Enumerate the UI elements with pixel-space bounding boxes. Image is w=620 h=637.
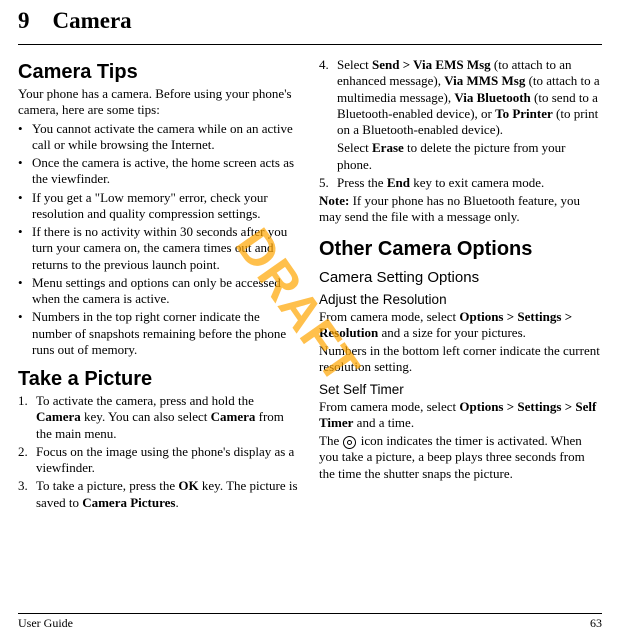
list-item: 1.To activate the camera, press and hold… [18,393,301,442]
take-picture-steps: 1.To activate the camera, press and hold… [18,393,301,511]
section-camera-tips-title: Camera Tips [18,61,301,84]
subsection-camera-setting-options: Camera Setting Options [319,269,602,286]
page: 9 Camera Camera Tips Your phone has a ca… [0,0,620,519]
divider [18,44,602,45]
timer-icon [343,436,356,449]
list-item: 4.Select Send > Via EMS Msg (to attach t… [319,57,602,138]
list-item: If you get a "Low memory" error, check y… [18,190,301,223]
list-item: 5.Press the End key to exit camera mode. [319,175,602,191]
note: Note: If your phone has no Bluetooth fea… [319,193,602,226]
list-item: 3.To take a picture, press the OK key. T… [18,478,301,511]
subsection-set-self-timer: Set Self Timer [319,382,602,397]
step4-sub: Select Erase to delete the picture from … [319,140,602,173]
note-label: Note: [319,193,349,208]
note-text: If your phone has no Bluetooth feature, … [319,193,580,224]
right-column: 4.Select Send > Via EMS Msg (to attach t… [319,57,602,513]
list-item: Once the camera is active, the home scre… [18,155,301,188]
step-number: 3. [18,478,28,494]
step-number: 2. [18,444,28,460]
self-timer-text: From camera mode, select Options > Setti… [319,399,602,432]
chapter-title: Camera [53,8,132,33]
list-item: Numbers in the top right corner indicate… [18,309,301,358]
left-column: Camera Tips Your phone has a camera. Bef… [18,57,301,513]
list-item: You cannot activate the camera while on … [18,121,301,154]
chapter-number: 9 [18,8,30,33]
take-picture-step5: 5.Press the End key to exit camera mode. [319,175,602,191]
list-item: Menu settings and options can only be ac… [18,275,301,308]
camera-tips-intro: Your phone has a camera. Before using yo… [18,86,301,119]
take-picture-steps-cont: 4.Select Send > Via EMS Msg (to attach t… [319,57,602,138]
content-columns: Camera Tips Your phone has a camera. Bef… [18,57,602,513]
section-take-picture-title: Take a Picture [18,368,301,391]
footer-page-number: 63 [590,616,602,631]
adjust-resolution-text: From camera mode, select Options > Setti… [319,309,602,342]
list-item: If there is no activity within 30 second… [18,224,301,273]
page-footer: User Guide 63 [18,613,602,631]
footer-left: User Guide [18,616,73,631]
step-number: 4. [319,57,329,73]
camera-tips-list: You cannot activate the camera while on … [18,121,301,359]
adjust-resolution-text2: Numbers in the bottom left corner indica… [319,343,602,376]
section-other-options-title: Other Camera Options [319,238,602,261]
step-number: 1. [18,393,28,409]
subsection-adjust-resolution: Adjust the Resolution [319,292,602,307]
self-timer-text2: The icon indicates the timer is activate… [319,433,602,482]
chapter-header: 9 Camera [18,8,602,34]
list-item: 2.Focus on the image using the phone's d… [18,444,301,477]
step-number: 5. [319,175,329,191]
